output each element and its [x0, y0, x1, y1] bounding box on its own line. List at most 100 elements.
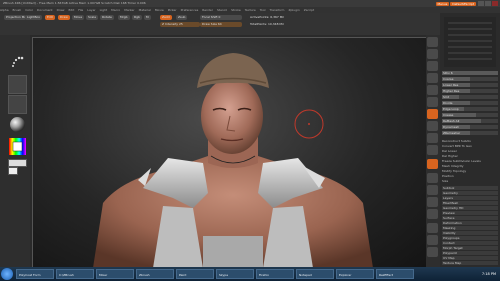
menu-item-file[interactable]: File — [78, 8, 83, 12]
tray-section-visibility[interactable]: Visibility — [442, 231, 498, 235]
tray-slider[interactable]: ZRemesher — [442, 131, 498, 135]
persp-button[interactable] — [427, 109, 438, 119]
rotate-button[interactable]: Rotate — [100, 15, 114, 20]
lightbox-button[interactable]: LightBox — [25, 15, 43, 20]
menu-item-layer[interactable]: Layer — [87, 8, 95, 12]
close-icon[interactable] — [492, 1, 498, 6]
tray-slider[interactable]: Divide — [442, 101, 498, 105]
tray-slider[interactable]: SDiv 6 — [442, 71, 498, 75]
taskbar-item[interactable]: Paint — [176, 269, 214, 279]
zadd-button[interactable]: Zadd — [160, 15, 172, 20]
mrgb-button[interactable]: Mrgb — [118, 15, 130, 20]
polyf-button[interactable] — [427, 235, 438, 245]
zsub-button[interactable]: Zsub — [176, 15, 188, 20]
menu-item-movie[interactable]: Movie — [155, 8, 164, 12]
transp-button[interactable] — [427, 247, 438, 257]
stroke-dots-tile[interactable] — [8, 53, 27, 72]
rgb-button[interactable]: Rgb — [132, 15, 142, 20]
color-picker[interactable] — [8, 137, 27, 156]
aahalf-button[interactable] — [427, 97, 438, 107]
menu-item-render[interactable]: Render — [202, 8, 213, 12]
taskbar-item[interactable]: RezEffect — [376, 269, 414, 279]
menu-item-color[interactable]: Color — [25, 8, 33, 12]
taskbar-item[interactable]: Notepad — [296, 269, 334, 279]
taskbar-item[interactable]: Zbrush — [136, 269, 174, 279]
tray-section-morph-target[interactable]: Morph Target — [442, 246, 498, 250]
spix-button[interactable] — [427, 49, 438, 59]
tray-item[interactable]: Reconstruct Subdiv — [442, 139, 471, 143]
menu-item-light[interactable]: Light — [100, 8, 108, 12]
menu-item-brush[interactable]: Brush — [13, 8, 22, 12]
tray-item[interactable]: Del Lower — [442, 149, 457, 153]
tray-item[interactable]: Mesh Integrity — [442, 164, 464, 168]
switch-color-swatch[interactable] — [8, 167, 18, 175]
tray-slider[interactable]: Crease — [442, 113, 498, 117]
tray-item[interactable]: Convert BPR To Geo — [442, 144, 472, 148]
menu-item-stencil[interactable]: Stencil — [217, 8, 227, 12]
tray-item[interactable]: Freeze SubDivision Levels — [442, 159, 481, 163]
menu-item-edit[interactable]: Edit — [68, 8, 74, 12]
tray-slider[interactable]: Dynamesh — [442, 125, 498, 129]
tray-section-deformation[interactable]: Deformation — [442, 221, 498, 225]
menu-item-zscript[interactable]: Zscript — [304, 8, 314, 12]
projection-master-button[interactable]: Projection Master — [4, 15, 32, 20]
tray-slider[interactable]: Smt — [442, 95, 498, 99]
tray-section-contact[interactable]: Contact — [442, 241, 498, 245]
move-view-button[interactable] — [427, 185, 438, 195]
minimize-icon[interactable] — [478, 1, 484, 6]
material-tile[interactable] — [8, 115, 27, 134]
start-button-icon[interactable] — [1, 268, 13, 280]
focal-shift-slider[interactable]: Focal Shift 0 — [200, 15, 242, 20]
move-button[interactable]: Move — [72, 15, 85, 20]
menu-item-marker[interactable]: Marker — [124, 8, 134, 12]
tray-section-masking[interactable]: Masking — [442, 226, 498, 230]
local-button[interactable] — [427, 133, 438, 143]
alpha-off-tile[interactable] — [8, 75, 27, 94]
taskbar-item[interactable]: Explorer — [336, 269, 374, 279]
draw-size-slider[interactable]: Draw Size 64 — [200, 22, 242, 27]
tray-slider[interactable]: Edge Loop — [442, 107, 498, 111]
tray-item[interactable]: Modify Topology — [442, 169, 466, 173]
linefill-button[interactable] — [427, 223, 438, 233]
tray-section-layers[interactable]: Layers — [442, 196, 498, 200]
tray-section-polygroups[interactable]: Polygroups — [442, 236, 498, 240]
menu-item-transform[interactable]: Transform — [270, 8, 285, 12]
zoom-button[interactable] — [427, 73, 438, 83]
taskbar-item[interactable]: Firefox — [256, 269, 294, 279]
menu-item-draw[interactable]: Draw — [57, 8, 65, 12]
actual-button[interactable] — [427, 85, 438, 95]
scale-button[interactable]: Scale — [86, 15, 99, 20]
menu-item-preferences[interactable]: Preferences — [181, 8, 199, 12]
menu-item-zplugin[interactable]: Zplugin — [288, 8, 299, 12]
scale-view-button[interactable] — [427, 197, 438, 207]
menu-item-picker[interactable]: Picker — [168, 8, 177, 12]
scroll-button[interactable] — [427, 61, 438, 71]
tray-slider[interactable]: Lower Res — [442, 83, 498, 87]
tray-item[interactable]: Position — [442, 174, 454, 178]
m-button[interactable]: M — [144, 15, 151, 20]
rotate-view-button[interactable] — [427, 209, 438, 219]
texture-off-tile[interactable] — [8, 95, 27, 114]
tray-section-preview[interactable]: Preview — [442, 211, 498, 215]
tray-section-fibermesh[interactable]: FiberMesh — [442, 201, 498, 205]
menu-item-stroke[interactable]: Stroke — [231, 8, 241, 12]
tray-section-uv-map[interactable]: UV Map — [442, 256, 498, 260]
document-canvas[interactable] — [32, 37, 427, 269]
menu-item-document[interactable]: Document — [37, 8, 53, 12]
tray-item[interactable]: Del Higher — [442, 154, 458, 158]
xyz-button[interactable] — [427, 159, 438, 169]
tray-slider[interactable]: ReMesh All — [442, 119, 498, 123]
draw-button[interactable]: Draw — [58, 15, 70, 20]
taskbar-item[interactable]: PolyCoat Form — [16, 269, 54, 279]
tray-section-subtool[interactable]: Subtool — [442, 186, 498, 190]
tray-section-geometry[interactable]: Geometry — [442, 191, 498, 195]
subtool-list[interactable] — [444, 17, 496, 67]
edit-button[interactable]: Edit — [45, 15, 55, 20]
taskbar-item[interactable]: Mixer — [96, 269, 134, 279]
tray-slider[interactable]: Higher Res — [442, 89, 498, 93]
frame-button[interactable] — [427, 173, 438, 183]
tray-section-polypaint[interactable]: Polypaint — [442, 251, 498, 255]
gradient-swatch[interactable] — [8, 159, 27, 167]
z-intensity-slider[interactable]: Z Intensity 25 — [160, 22, 200, 27]
menu-item-macro[interactable]: Macro — [111, 8, 120, 12]
